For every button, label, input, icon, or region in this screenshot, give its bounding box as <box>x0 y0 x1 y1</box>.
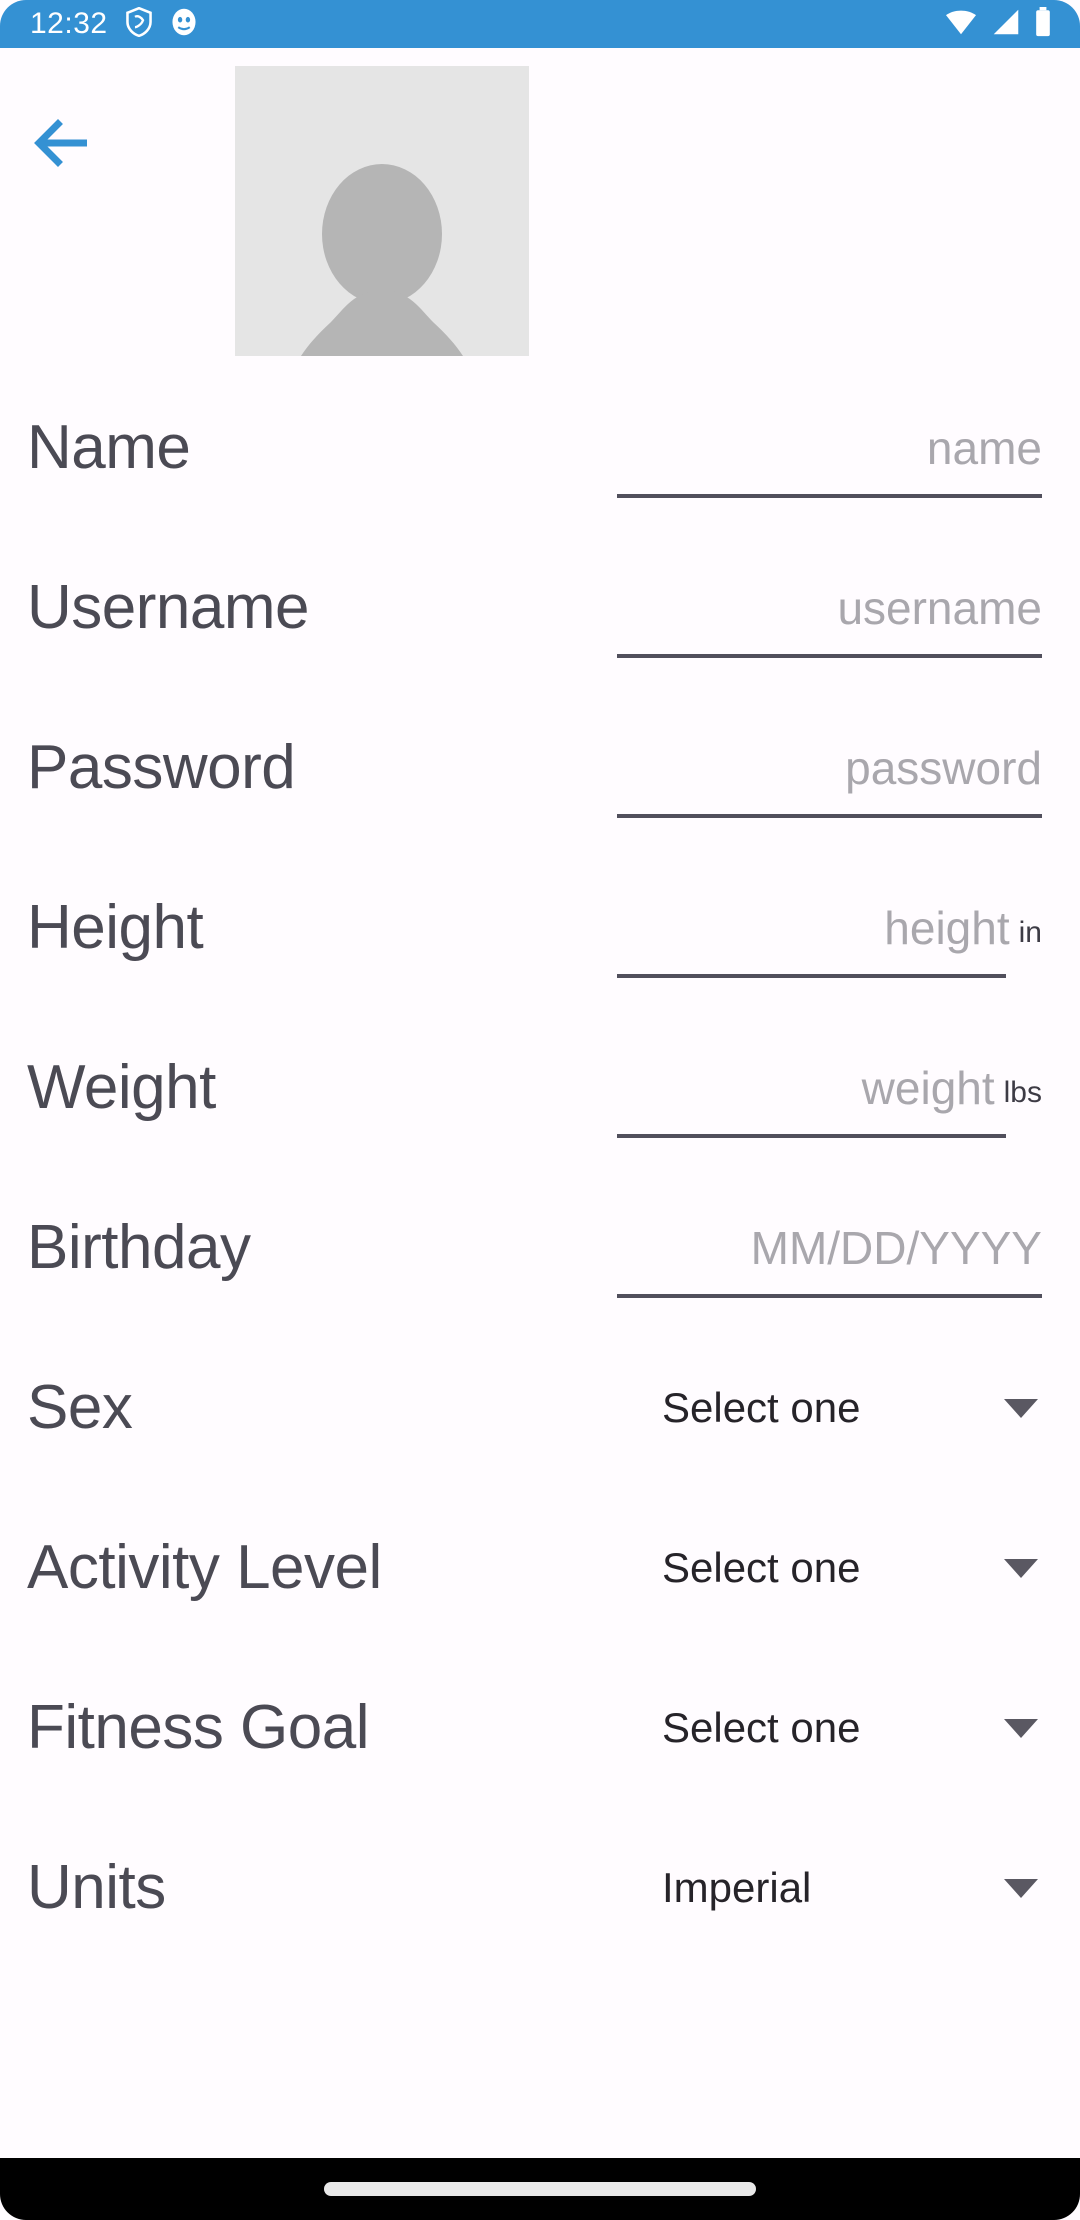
name-input-underline <box>617 494 1042 499</box>
chevron-down-icon <box>1004 1398 1038 1418</box>
form-row-sex: Sex Select one <box>0 1328 1080 1488</box>
field-label-name: Name <box>27 413 191 482</box>
back-arrow-icon <box>34 118 96 173</box>
password-input-placeholder: password <box>845 741 1042 794</box>
field-control-birthday: MM/DD/YYYY <box>617 1221 1042 1299</box>
field-label-height: Height <box>27 893 204 962</box>
height-unit-label: in <box>1018 915 1042 949</box>
weight-input-placeholder: weight <box>861 1061 995 1114</box>
units-dropdown-value: Imperial <box>662 1864 812 1911</box>
field-control-height: height in <box>617 901 1042 979</box>
weight-input[interactable]: weight lbs <box>617 1061 1042 1139</box>
username-input[interactable]: username <box>617 581 1042 659</box>
field-label-birthday: Birthday <box>27 1213 251 1282</box>
sex-dropdown[interactable]: Select one <box>662 1387 1042 1429</box>
activity-level-dropdown[interactable]: Select one <box>662 1547 1042 1589</box>
status-bar: 12:32 <box>0 0 1080 48</box>
phone-screen: 12:32 Name name Username username Passwo… <box>0 0 1080 2220</box>
shield-icon <box>125 6 153 42</box>
cellular-signal-icon <box>991 7 1021 42</box>
activity-level-dropdown-value: Select one <box>662 1544 861 1591</box>
field-control-weight: weight lbs <box>617 1061 1042 1139</box>
field-control-username: username <box>617 581 1042 659</box>
password-input[interactable]: password <box>617 741 1042 819</box>
status-bar-left: 12:32 <box>0 6 198 42</box>
field-control-password: password <box>617 741 1042 819</box>
field-label-sex: Sex <box>27 1373 133 1442</box>
units-dropdown[interactable]: Imperial <box>662 1867 1042 1909</box>
username-input-underline <box>617 654 1042 659</box>
form-row-username: Username username <box>0 528 1080 688</box>
system-navigation-bar <box>0 2158 1080 2220</box>
birthday-input-placeholder: MM/DD/YYYY <box>750 1221 1042 1274</box>
status-bar-right <box>944 6 1080 42</box>
form-row-weight: Weight weight lbs <box>0 1008 1080 1168</box>
home-indicator[interactable] <box>324 2182 756 2196</box>
form-row-units: Units Imperial <box>0 1808 1080 1968</box>
profile-form: Name name Username username Password pas… <box>0 368 1080 1968</box>
person-silhouette-icon <box>301 164 463 356</box>
field-label-weight: Weight <box>27 1053 216 1122</box>
avatar[interactable] <box>235 66 529 356</box>
status-bar-clock: 12:32 <box>30 7 108 40</box>
height-input-placeholder: height <box>884 901 1010 954</box>
username-input-placeholder: username <box>837 581 1042 634</box>
form-row-birthday: Birthday MM/DD/YYYY <box>0 1168 1080 1328</box>
field-control-name: name <box>617 421 1042 499</box>
app-badge-icon <box>170 7 198 42</box>
name-input-placeholder: name <box>926 421 1042 474</box>
field-control-sex: Select one <box>662 1387 1042 1429</box>
chevron-down-icon <box>1004 1558 1038 1578</box>
field-control-units: Imperial <box>662 1867 1042 1909</box>
field-label-fitness-goal: Fitness Goal <box>27 1693 370 1762</box>
form-row-fitness-goal: Fitness Goal Select one <box>0 1648 1080 1808</box>
battery-icon <box>1034 6 1052 42</box>
chevron-down-icon <box>1004 1878 1038 1898</box>
fitness-goal-dropdown-value: Select one <box>662 1704 861 1751</box>
field-label-username: Username <box>27 573 310 642</box>
field-control-activity-level: Select one <box>662 1547 1042 1589</box>
form-row-password: Password password <box>0 688 1080 848</box>
height-input-underline <box>617 974 1006 979</box>
sex-dropdown-value: Select one <box>662 1384 861 1431</box>
form-row-name: Name name <box>0 368 1080 528</box>
fitness-goal-dropdown[interactable]: Select one <box>662 1707 1042 1749</box>
password-input-underline <box>617 814 1042 819</box>
weight-unit-label: lbs <box>1003 1075 1042 1109</box>
field-label-activity-level: Activity Level <box>27 1533 382 1602</box>
form-row-height: Height height in <box>0 848 1080 1008</box>
field-label-password: Password <box>27 733 296 802</box>
height-input[interactable]: height in <box>617 901 1042 979</box>
wifi-icon <box>944 7 978 42</box>
chevron-down-icon <box>1004 1718 1038 1738</box>
back-button[interactable] <box>25 105 105 185</box>
weight-input-underline <box>617 1134 1006 1139</box>
birthday-input[interactable]: MM/DD/YYYY <box>617 1221 1042 1299</box>
field-label-units: Units <box>27 1853 166 1922</box>
field-control-fitness-goal: Select one <box>662 1707 1042 1749</box>
birthday-input-underline <box>617 1294 1042 1299</box>
form-row-activity-level: Activity Level Select one <box>0 1488 1080 1648</box>
name-input[interactable]: name <box>617 421 1042 499</box>
